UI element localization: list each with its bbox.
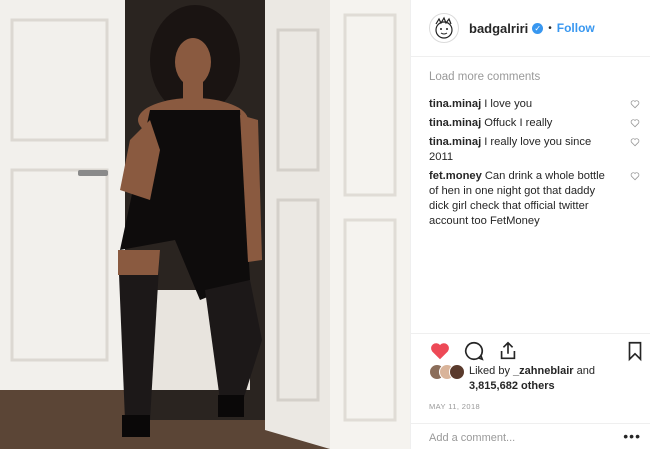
- comment-item: fet.money Can drink a whole bottle of hen…: [429, 169, 640, 229]
- comment-username[interactable]: tina.minaj: [429, 136, 481, 148]
- header-separator: •: [548, 22, 552, 34]
- post-side-panel: badgalriri ✓ • Follow Load more comments…: [410, 0, 650, 449]
- comment-item: tina.minaj I really love you since 2011: [429, 135, 640, 165]
- comment-like-heart-icon[interactable]: [630, 99, 640, 109]
- comment-like-heart-icon[interactable]: [630, 171, 640, 181]
- comment-like-heart-icon[interactable]: [630, 118, 640, 128]
- verified-badge-icon: ✓: [532, 22, 544, 34]
- username[interactable]: badgalriri: [469, 21, 528, 36]
- comment-username[interactable]: fet.money: [429, 170, 482, 182]
- liked-by-user[interactable]: _zahneblair: [513, 365, 574, 377]
- post-header: badgalriri ✓ • Follow: [411, 0, 650, 57]
- profile-avatar[interactable]: [429, 13, 459, 43]
- share-upload-icon[interactable]: [497, 340, 519, 362]
- more-options-icon[interactable]: •••: [623, 428, 641, 444]
- doodle-face-icon: [435, 16, 453, 39]
- comments-list: Load more comments tina.minaj I love you …: [411, 57, 650, 229]
- post-date[interactable]: MAY 11, 2018: [429, 402, 480, 411]
- heart-filled-icon[interactable]: [429, 340, 451, 362]
- likes-summary: Liked by _zahneblair and 3,815,682 other…: [429, 364, 639, 394]
- comment-text: I love you: [484, 98, 533, 110]
- comment-item: tina.minaj Offuck I really: [429, 116, 640, 131]
- post-photo-illustration: [0, 0, 410, 449]
- comment-text: Offuck I really: [484, 117, 553, 129]
- comment-bubble-icon[interactable]: [463, 340, 485, 362]
- liker-avatars: [429, 364, 467, 380]
- comment-item: tina.minaj I love you: [429, 97, 640, 112]
- comment-username[interactable]: tina.minaj: [429, 117, 481, 129]
- bookmark-icon[interactable]: [624, 340, 646, 362]
- post-photo[interactable]: [0, 0, 410, 449]
- follow-button[interactable]: Follow: [557, 21, 595, 35]
- liker-avatar[interactable]: [449, 364, 465, 380]
- likes-text: Liked by _zahneblair and 3,815,682 other…: [469, 364, 639, 394]
- comment-like-heart-icon[interactable]: [630, 137, 640, 147]
- liked-by-and: and: [576, 365, 595, 377]
- add-comment-input[interactable]: Add a comment...: [429, 432, 515, 444]
- likes-others-label[interactable]: others: [521, 380, 555, 392]
- liked-by-prefix: Liked by: [469, 365, 510, 377]
- comment-username[interactable]: tina.minaj: [429, 98, 481, 110]
- post-actions-bar: [411, 333, 650, 364]
- likes-count[interactable]: 3,815,682: [469, 380, 518, 392]
- instagram-post: badgalriri ✓ • Follow Load more comments…: [0, 0, 650, 449]
- add-comment-bar: Add a comment... •••: [411, 423, 650, 450]
- load-more-comments-link[interactable]: Load more comments: [429, 71, 632, 83]
